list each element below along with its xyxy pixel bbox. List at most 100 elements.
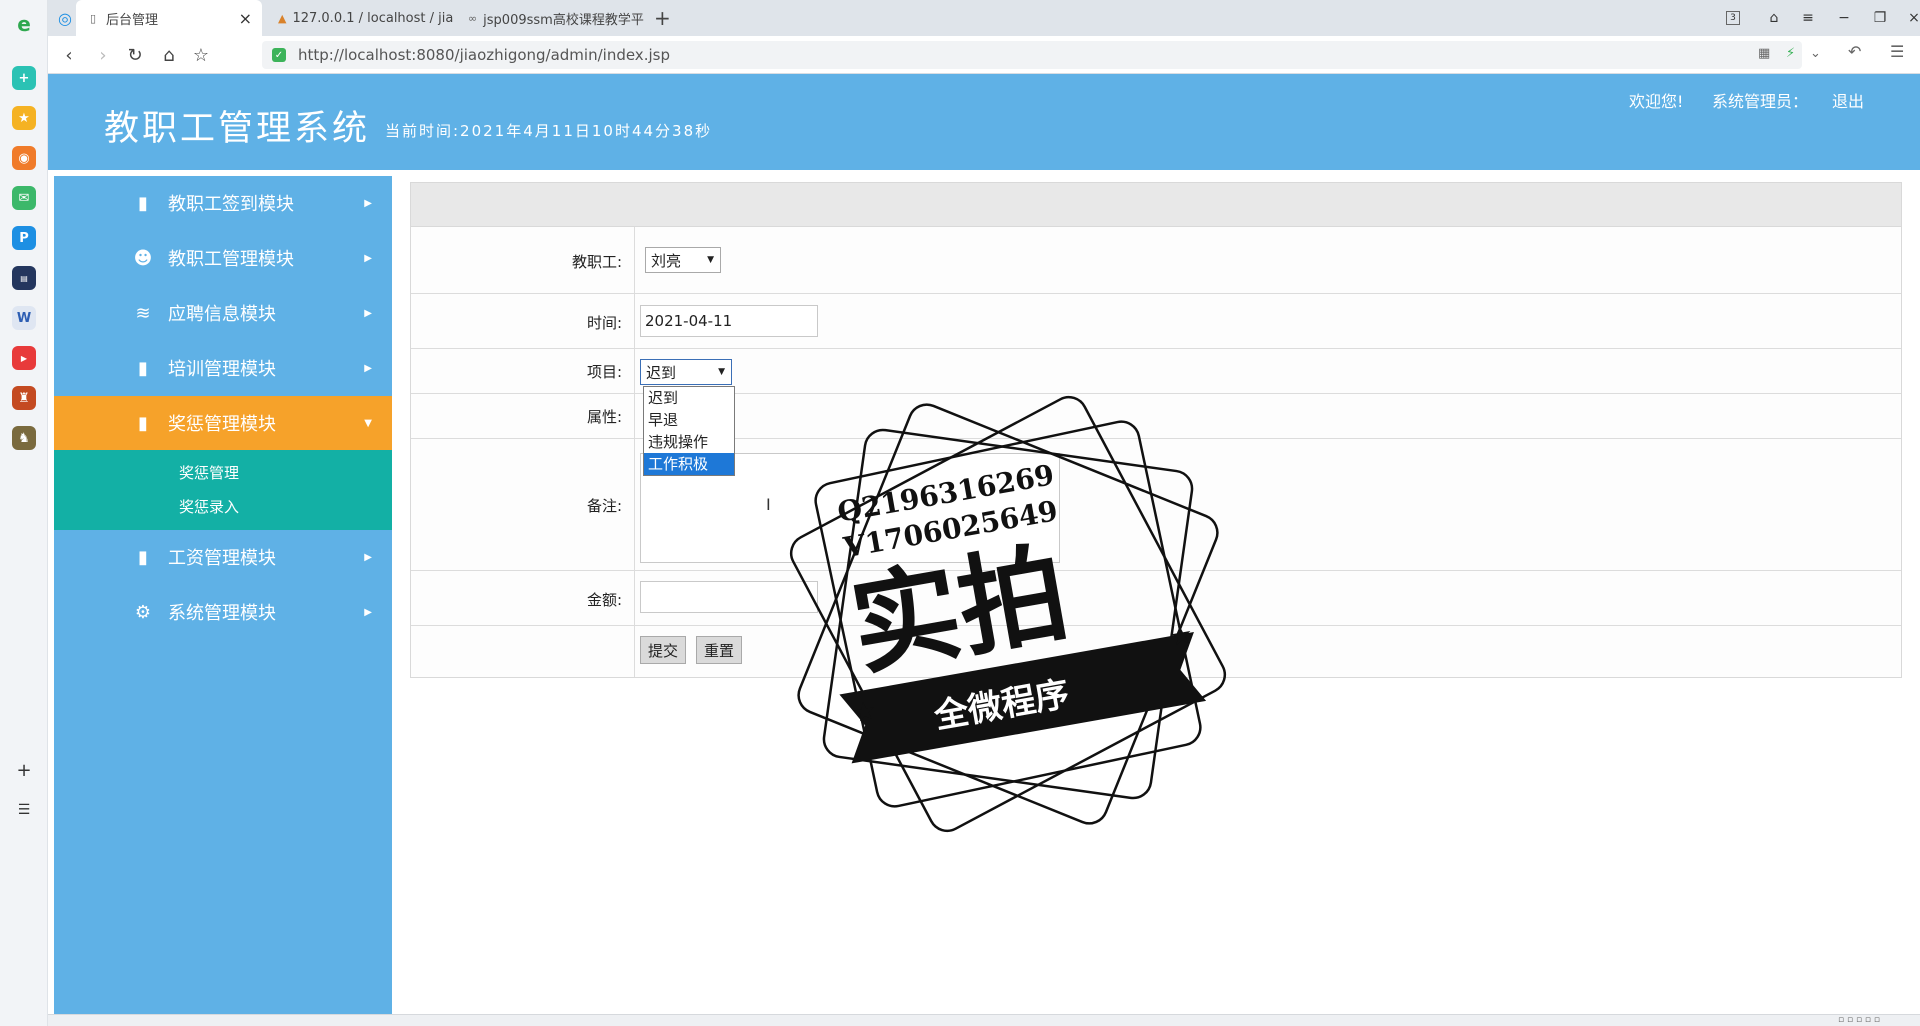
shirt-icon[interactable]: ⌂ [1764,8,1784,28]
welcome-text: 欢迎您! [1629,92,1684,111]
amount-label: 金额: [586,591,622,609]
close-tab-icon[interactable]: × [239,9,252,28]
amount-input[interactable] [640,581,818,613]
new-tab-button[interactable]: + [644,0,674,36]
status-bar: ▫ ▫ ▫ ▫ ▫ [48,1014,1920,1026]
tab-title: jsp009ssm高校课程教学平台系 [483,12,644,28]
text-cursor-icon: I [766,495,771,514]
game2-app-icon[interactable]: ♞ [12,426,36,450]
chevron-right-icon: ▶ [364,197,372,209]
stack-icon: ≋ [135,302,151,324]
undo-icon[interactable]: ↶ [1848,42,1861,61]
option-violation[interactable]: 违规操作 [644,431,734,453]
form-row-item: 项目: 迟到 ▼ [411,349,1901,394]
time-input[interactable]: 2021-04-11 [640,305,818,337]
gear-icon: ⚙ [134,601,152,623]
sidebar-item-label: 教职工签到模块 [168,194,294,215]
label-cell: 金额: [411,571,635,625]
sidebar-item-staff[interactable]: ☻ 教职工管理模块 ▶ [54,231,392,285]
star-app-icon[interactable]: ★ [12,106,36,130]
sidebar-item-label: 工资管理模块 [168,548,276,569]
sidebar-item-reward[interactable]: ▮ 奖惩管理模块 ▼ [54,396,392,450]
plus-app-icon[interactable]: + [12,66,36,90]
remark-label: 备注: [586,497,622,515]
label-cell [411,626,635,677]
watermark-ribbon: 全微程序 [930,674,1072,737]
video-app-icon[interactable]: ▶ [12,346,36,370]
sidebar-item-training[interactable]: ▮ 培训管理模块 ▶ [54,341,392,395]
user-gear-icon: ☻ [133,247,153,269]
bookmark-star-icon[interactable]: ☆ [190,44,212,66]
chevron-right-icon: ▶ [364,551,372,563]
logout-link[interactable]: 退出 [1832,88,1864,112]
qr-icon[interactable]: ▦ [1758,46,1770,61]
weibo-icon[interactable]: ◉ [12,146,36,170]
p-app-icon[interactable]: P [12,226,36,250]
list-icon[interactable]: ☰ [12,798,36,822]
news-app-icon[interactable]: ▤ [12,266,36,290]
label-cell: 属性: [411,394,635,438]
option-active-work[interactable]: 工作积极 [644,453,734,475]
sidebar-item-system[interactable]: ⚙ 系统管理模块 ▶ [54,585,392,639]
chevron-right-icon: ▶ [364,362,372,374]
sidebar-item-label: 应聘信息模块 [168,304,276,325]
browser-side-rail: e + ★ ◉ ✉ P ▤ W ▶ ♜ ♞ + ☰ [0,0,48,1026]
forward-icon[interactable]: › [92,44,114,66]
caret-down-icon: ▼ [707,255,714,265]
lightning-icon[interactable]: ⚡ [1786,46,1795,61]
book-icon: ▮ [138,192,148,214]
word-doc-icon[interactable]: W [12,306,36,330]
add-icon[interactable]: + [12,758,36,782]
back-icon[interactable]: ‹ [58,44,80,66]
tab-admin[interactable]: ▯ 后台管理 × [76,0,262,36]
submenu-reward-manage[interactable]: 奖惩管理 [179,462,239,483]
chevron-down-icon: ▼ [364,417,372,429]
restore-icon[interactable]: ❐ [1870,8,1890,28]
minimize-icon[interactable]: − [1834,8,1854,28]
form-row-attribute: 属性: [411,394,1901,439]
reload-icon[interactable]: ↻ [124,44,146,66]
link-icon: ∞ [468,11,478,25]
sidebar-item-label: 系统管理模块 [168,603,276,624]
chevron-right-icon: ▶ [364,307,372,319]
sidebar-item-label: 培训管理模块 [168,359,276,380]
site-title: 教职工管理系统 [104,109,371,149]
form-header [411,183,1901,227]
hamburger-icon[interactable]: ☰ [1890,42,1904,61]
close-window-icon[interactable]: × [1904,8,1920,28]
tab-title: 后台管理 [106,12,159,28]
book-icon: ▮ [138,357,148,379]
tab-count-badge[interactable]: 3 [1726,11,1740,25]
form-row-actions: 提交 重置 [411,626,1901,677]
option-late[interactable]: 迟到 [644,387,734,409]
compass-icon[interactable]: ◎ [48,0,78,36]
tab-phpmyadmin[interactable]: ▲ 127.0.0.1 / localhost / jiaozhi [268,0,454,36]
label-cell: 备注: [411,439,635,570]
sidebar-item-recruit[interactable]: ≋ 应聘信息模块 ▶ [54,286,392,340]
chevron-right-icon: ▶ [364,252,372,264]
item-label: 项目: [586,363,622,381]
game-app-icon[interactable]: ♜ [12,386,36,410]
mail-icon[interactable]: ✉ [12,186,36,210]
chevron-down-icon[interactable]: ⌄ [1810,46,1821,61]
reward-form: 教职工: 刘亮 ▼ 时间: 2021-04-11 项目: 迟到 ▼ 属性: 备注… [410,182,1902,678]
book-icon: ▮ [138,412,148,434]
submenu-reward-entry[interactable]: 奖惩录入 [179,496,239,517]
page-content: 教职工管理系统 当前时间:2021年4月11日10时44分38秒 欢迎您! 系统… [48,74,1920,1014]
submit-button[interactable]: 提交 [640,636,686,664]
sidebar: ▮ 教职工签到模块 ▶ ☻ 教职工管理模块 ▶ ≋ 应聘信息模块 ▶ ▮ 培训管… [54,176,392,1014]
label-cell: 教职工: [411,227,635,293]
sidebar-item-signin[interactable]: ▮ 教职工签到模块 ▶ [54,176,392,230]
tab-project[interactable]: ∞ jsp009ssm高校课程教学平台系 [458,0,644,36]
employee-select[interactable]: 刘亮 ▼ [645,247,721,273]
reset-button[interactable]: 重置 [696,636,742,664]
label-cell: 时间: [411,294,635,348]
item-select[interactable]: 迟到 ▼ [640,359,732,385]
home-icon[interactable]: ⌂ [158,44,180,66]
option-early-leave[interactable]: 早退 [644,409,734,431]
sidebar-item-salary[interactable]: ▮ 工资管理模块 ▶ [54,530,392,584]
menu-icon[interactable]: ≡ [1798,8,1818,28]
star-icon: ★ [850,696,878,730]
browser-logo-icon[interactable]: e [12,12,36,36]
address-bar[interactable]: ✓ http://localhost:8080/jiaozhigong/admi… [262,41,1802,69]
